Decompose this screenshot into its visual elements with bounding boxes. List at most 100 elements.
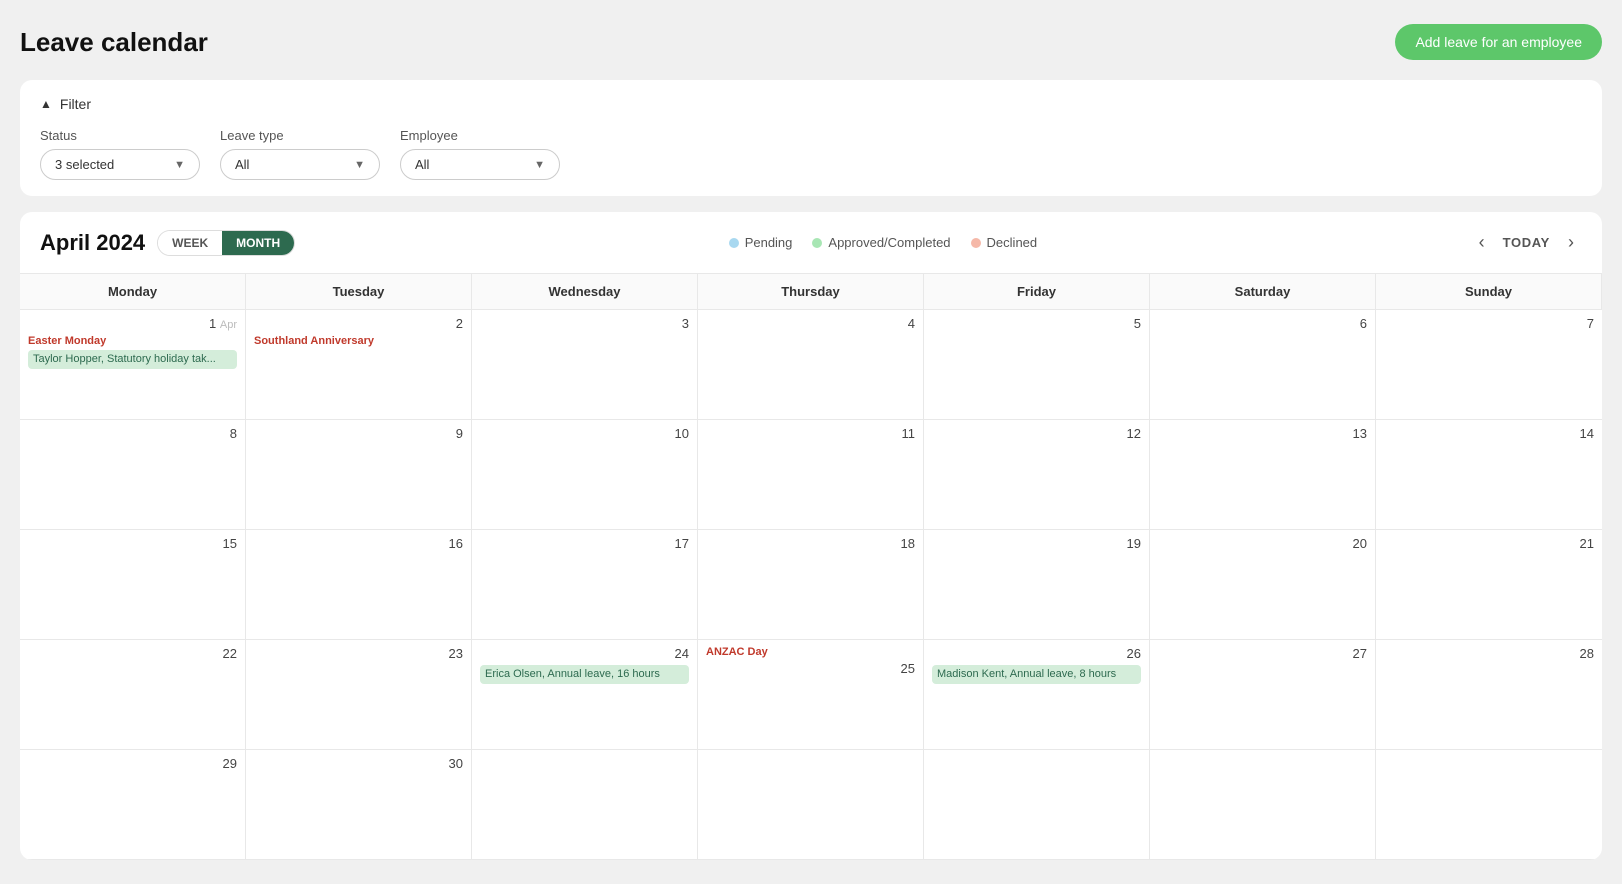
legend-declined-label: Declined	[987, 235, 1038, 250]
filter-leave-type-arrow-icon: ▼	[354, 159, 365, 171]
filter-employee-value: All	[415, 157, 429, 172]
calendar-day-16: 16	[246, 530, 472, 640]
legend-pending-label: Pending	[745, 235, 793, 250]
leave-entry-madison[interactable]: Madison Kent, Annual leave, 8 hours	[932, 665, 1141, 684]
filter-status-arrow-icon: ▼	[174, 159, 185, 171]
day-number: 5	[932, 316, 1141, 331]
calendar-header: April 2024 WEEK MONTH Pending Approved/C…	[20, 212, 1602, 274]
filter-leave-type-select[interactable]: All ▼	[220, 149, 380, 180]
day-number: 19	[932, 536, 1141, 551]
day-number: 3	[480, 316, 689, 331]
calendar-day-20: 20	[1150, 530, 1376, 640]
day-number: 10	[480, 426, 689, 441]
calendar-day-10: 10	[472, 420, 698, 530]
filter-employee-select[interactable]: All ▼	[400, 149, 560, 180]
day-number: 11	[706, 426, 915, 441]
day-number: 26	[932, 646, 1141, 661]
leave-entry-erica[interactable]: Erica Olsen, Annual leave, 16 hours	[480, 665, 689, 684]
day-number: 4	[706, 316, 915, 331]
day-number: 30	[254, 756, 463, 771]
calendar-day-27: 27	[1150, 640, 1376, 750]
calendar-day-24: 24 Erica Olsen, Annual leave, 16 hours	[472, 640, 698, 750]
calendar-day-empty-2	[698, 750, 924, 860]
calendar-day-6: 6	[1150, 310, 1376, 420]
day-number: 9	[254, 426, 463, 441]
day-number: 12	[932, 426, 1141, 441]
day-number: 18	[706, 536, 915, 551]
calendar-day-12: 12	[924, 420, 1150, 530]
today-button[interactable]: TODAY	[1501, 231, 1552, 254]
filter-toggle[interactable]: ▲ Filter	[40, 96, 1582, 112]
calendar-day-4: 4	[698, 310, 924, 420]
day-number: 16	[254, 536, 463, 551]
legend-pending: Pending	[729, 235, 793, 250]
calendar-day-empty-3	[924, 750, 1150, 860]
calendar-day-3: 3	[472, 310, 698, 420]
calendar-grid: Monday Tuesday Wednesday Thursday Friday…	[20, 274, 1602, 860]
add-leave-button[interactable]: Add leave for an employee	[1395, 24, 1602, 60]
day-number: 24	[480, 646, 689, 661]
day-header-wednesday: Wednesday	[472, 274, 698, 310]
filter-label: Filter	[60, 96, 91, 112]
filter-field-status: Status 3 selected ▼	[40, 128, 200, 180]
filter-status-value: 3 selected	[55, 157, 114, 172]
approved-dot-icon	[812, 238, 822, 248]
holiday-easter-monday: Easter Monday	[28, 335, 237, 347]
calendar-day-11: 11	[698, 420, 924, 530]
day-number: 21	[1384, 536, 1594, 551]
next-month-button[interactable]: ›	[1560, 228, 1582, 257]
legend-approved-label: Approved/Completed	[828, 235, 950, 250]
day-number: 29	[28, 756, 237, 771]
calendar-day-19: 19	[924, 530, 1150, 640]
calendar-day-25: ANZAC Day 25	[698, 640, 924, 750]
legend-approved: Approved/Completed	[812, 235, 950, 250]
day-number: 25	[706, 661, 915, 676]
day-number: 2	[254, 316, 463, 331]
calendar-day-30: 30	[246, 750, 472, 860]
calendar-header-left: April 2024 WEEK MONTH	[40, 230, 295, 256]
day-number: 13	[1158, 426, 1367, 441]
filter-employee-arrow-icon: ▼	[534, 159, 545, 171]
calendar-day-22: 22	[20, 640, 246, 750]
calendar-day-29: 29	[20, 750, 246, 860]
calendar-day-18: 18	[698, 530, 924, 640]
day-number: 17	[480, 536, 689, 551]
filter-status-select[interactable]: 3 selected ▼	[40, 149, 200, 180]
declined-dot-icon	[971, 238, 981, 248]
tab-month[interactable]: MONTH	[222, 231, 294, 255]
day-header-monday: Monday	[20, 274, 246, 310]
pending-dot-icon	[729, 238, 739, 248]
prev-month-button[interactable]: ‹	[1471, 228, 1493, 257]
calendar-day-8: 8	[20, 420, 246, 530]
day-header-thursday: Thursday	[698, 274, 924, 310]
day-header-saturday: Saturday	[1150, 274, 1376, 310]
day-header-friday: Friday	[924, 274, 1150, 310]
filter-panel: ▲ Filter Status 3 selected ▼ Leave type …	[20, 80, 1602, 196]
tab-week[interactable]: WEEK	[158, 231, 222, 255]
calendar-panel: April 2024 WEEK MONTH Pending Approved/C…	[20, 212, 1602, 860]
day-number: 7	[1384, 316, 1594, 331]
calendar-month-title: April 2024	[40, 230, 145, 256]
holiday-southland: Southland Anniversary	[254, 335, 463, 347]
day-number: 15	[28, 536, 237, 551]
leave-entry[interactable]: Taylor Hopper, Statutory holiday tak...	[28, 350, 237, 369]
calendar-nav: ‹ TODAY ›	[1471, 228, 1582, 257]
calendar-day-21: 21	[1376, 530, 1602, 640]
calendar-day-2: 2 Southland Anniversary	[246, 310, 472, 420]
calendar-day-28: 28	[1376, 640, 1602, 750]
calendar-day-5: 5	[924, 310, 1150, 420]
day-number: 14	[1384, 426, 1594, 441]
page-title: Leave calendar	[20, 27, 208, 58]
filter-fields: Status 3 selected ▼ Leave type All ▼ Emp…	[40, 128, 1582, 180]
calendar-day-empty-1	[472, 750, 698, 860]
filter-leave-type-label: Leave type	[220, 128, 380, 143]
calendar-day-13: 13	[1150, 420, 1376, 530]
calendar-day-17: 17	[472, 530, 698, 640]
filter-employee-label: Employee	[400, 128, 560, 143]
day-header-tuesday: Tuesday	[246, 274, 472, 310]
filter-chevron-icon: ▲	[40, 97, 52, 111]
calendar-day-14: 14	[1376, 420, 1602, 530]
filter-leave-type-value: All	[235, 157, 249, 172]
calendar-day-7: 7	[1376, 310, 1602, 420]
calendar-day-empty-5	[1376, 750, 1602, 860]
